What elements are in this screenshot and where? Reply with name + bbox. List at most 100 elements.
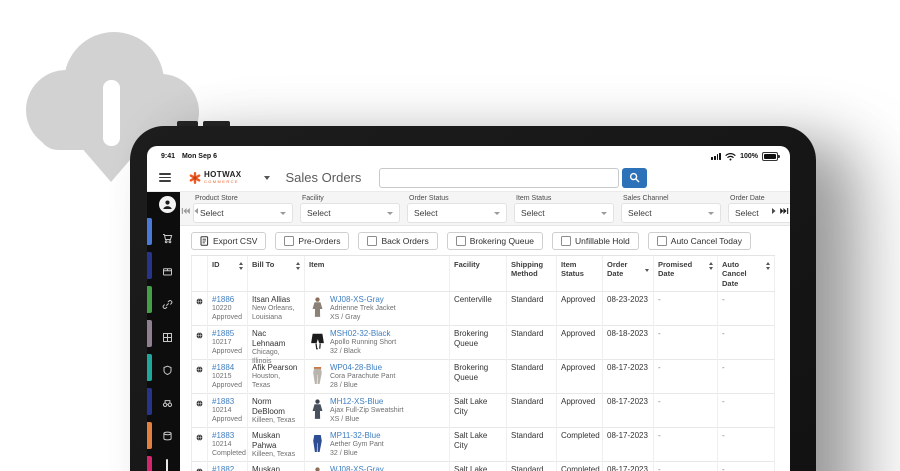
sort-icon[interactable] bbox=[709, 260, 713, 270]
product-sku-link[interactable]: MSH02-32-Black bbox=[330, 329, 396, 339]
sidebar-item-link[interactable] bbox=[162, 288, 173, 321]
bill-to-cell: Itsan Allias New Orleans, Louisiana bbox=[248, 292, 305, 326]
promised-date-cell: - bbox=[654, 292, 718, 326]
order-id-cell: #1886 10220 Approved bbox=[208, 292, 248, 326]
export-csv-button[interactable]: Export CSV bbox=[191, 232, 267, 250]
app-switcher-caret-icon[interactable] bbox=[263, 175, 270, 180]
table-header-row: ID Bill To Item Facility Shipping Method… bbox=[192, 256, 775, 293]
brokering-queue-toggle[interactable]: Brokering Queue bbox=[446, 232, 543, 250]
header-bill-to[interactable]: Bill To bbox=[248, 256, 305, 292]
sidebar-item-database[interactable] bbox=[162, 420, 173, 453]
product-thumbnail bbox=[309, 397, 325, 426]
order-id-cell: #1882 10212 Completed bbox=[208, 462, 248, 471]
table-row: #1884 10215 Approved Afik Pearson Housto… bbox=[192, 360, 775, 395]
promised-date-cell: - bbox=[654, 394, 718, 429]
product-sku-link[interactable]: WJ08-XS-Gray bbox=[330, 465, 396, 471]
product-store-select[interactable]: Select bbox=[193, 203, 293, 223]
order-id-link[interactable]: #1882 bbox=[212, 465, 243, 471]
globe-icon bbox=[196, 400, 203, 407]
pre-orders-toggle[interactable]: Pre-Orders bbox=[275, 232, 350, 250]
sidebar-item-package[interactable] bbox=[162, 255, 173, 288]
filter-facility: Facility Select bbox=[300, 192, 400, 223]
product-sku-link[interactable]: MH12-XS-Blue bbox=[330, 397, 404, 407]
order-id-link[interactable]: #1883 bbox=[212, 431, 243, 441]
sidebar-item-cart[interactable] bbox=[162, 222, 173, 255]
filter-label: Order Date bbox=[730, 195, 765, 202]
action-bar: Export CSV Pre-Orders Back Orders Broker… bbox=[180, 226, 790, 255]
bill-to-cell: Muskan Pahwa Killeen, Texas bbox=[248, 428, 305, 463]
filter-label: Facility bbox=[302, 195, 324, 202]
item-cell: MH12-XS-Blue Ajax Full-Zip Sweatshirt XS… bbox=[305, 394, 450, 429]
facility-cell: Salt Lake City bbox=[450, 428, 507, 463]
skip-previous-icon[interactable] bbox=[181, 207, 190, 215]
logo-primary-text: HOTWAX bbox=[204, 170, 242, 179]
sidebar-item-shield[interactable] bbox=[162, 354, 173, 387]
facility-select[interactable]: Select bbox=[300, 203, 400, 223]
product-sku-link[interactable]: WP04-28-Blue bbox=[330, 363, 395, 373]
select-caret-icon bbox=[494, 211, 500, 215]
tablet-device: 9:41 Mon Sep 6 100% HOTWAX COMMERCE Sale… bbox=[130, 126, 816, 471]
sort-icon[interactable] bbox=[766, 260, 770, 270]
item-status-cell: Approved bbox=[557, 394, 603, 429]
order-id-link[interactable]: #1884 bbox=[212, 363, 243, 373]
sort-icon[interactable] bbox=[296, 260, 300, 270]
item-cell: WJ08-XS-Gray Adrienne Trek Jacket XS / G… bbox=[305, 292, 450, 326]
sales-channel-select[interactable]: Select bbox=[621, 203, 721, 223]
unfillable-hold-toggle[interactable]: Unfillable Hold bbox=[551, 232, 639, 250]
chevron-left-icon[interactable] bbox=[193, 207, 199, 215]
select-caret-icon bbox=[601, 211, 607, 215]
product-thumbnail bbox=[309, 363, 325, 391]
header-auto-cancel-date[interactable]: Auto Cancel Date bbox=[718, 256, 775, 292]
order-id-link[interactable]: #1885 bbox=[212, 329, 243, 339]
bill-to-cell: Afik Pearson Houston, Texas bbox=[248, 360, 305, 394]
order-status-select[interactable]: Select bbox=[407, 203, 507, 223]
chevron-right-icon[interactable] bbox=[771, 207, 777, 215]
checkbox-icon bbox=[560, 236, 571, 246]
sidebar-item-binoculars[interactable] bbox=[162, 387, 173, 420]
status-bar: 9:41 Mon Sep 6 100% bbox=[147, 146, 790, 164]
search-button[interactable] bbox=[622, 167, 648, 188]
skip-next-icon[interactable] bbox=[780, 207, 789, 215]
select-caret-icon bbox=[387, 211, 393, 215]
product-sku-link[interactable]: WJ08-XS-Gray bbox=[330, 295, 396, 305]
search-input[interactable] bbox=[379, 167, 620, 188]
document-icon bbox=[200, 236, 209, 246]
auto-cancel-date-cell: - bbox=[718, 462, 775, 471]
sort-icon[interactable] bbox=[239, 260, 243, 270]
header-order-date[interactable]: Order Date bbox=[603, 256, 654, 292]
item-status-cell: Approved bbox=[557, 292, 603, 326]
globe-icon bbox=[196, 332, 203, 339]
back-orders-toggle[interactable]: Back Orders bbox=[358, 232, 438, 250]
filter-bar: Product Store Select Facility Select Ord… bbox=[180, 192, 790, 226]
page-background: 9:41 Mon Sep 6 100% HOTWAX COMMERCE Sale… bbox=[0, 0, 900, 471]
auto-cancel-today-toggle[interactable]: Auto Cancel Today bbox=[647, 232, 751, 250]
table-row: #1883 10214 Completed Muskan Pahwa Kille… bbox=[192, 428, 775, 463]
logo-secondary-text: COMMERCE bbox=[204, 179, 239, 184]
facility-cell: Brokering Queue bbox=[450, 360, 507, 394]
product-sku-link[interactable]: MP11-32-Blue bbox=[330, 431, 384, 441]
sidebar-item-grid[interactable] bbox=[162, 321, 173, 354]
sort-desc-icon[interactable] bbox=[645, 260, 649, 272]
globe-icon bbox=[196, 434, 203, 441]
battery-percent: 100% bbox=[740, 152, 758, 160]
user-avatar[interactable] bbox=[158, 196, 176, 213]
app-header: HOTWAX COMMERCE Sales Orders bbox=[147, 164, 790, 192]
order-channel-cell bbox=[192, 462, 208, 471]
filter-label: Order Status bbox=[409, 195, 449, 202]
sidebar bbox=[154, 192, 180, 471]
order-id-link[interactable]: #1886 bbox=[212, 295, 243, 305]
checkbox-icon bbox=[656, 236, 667, 246]
header-id[interactable]: ID bbox=[208, 256, 248, 292]
item-status-select[interactable]: Select bbox=[514, 203, 614, 223]
filter-sales-channel: Sales Channel Select bbox=[621, 192, 721, 223]
cell-signal-icon bbox=[711, 152, 722, 160]
header-promised-date[interactable]: Promised Date bbox=[654, 256, 718, 292]
header-facility: Facility bbox=[450, 256, 507, 292]
checkbox-icon bbox=[367, 236, 378, 246]
facility-cell: Salt Lake City bbox=[450, 462, 507, 471]
auto-cancel-date-cell: - bbox=[718, 394, 775, 429]
menu-icon[interactable] bbox=[159, 172, 171, 183]
checkbox-icon bbox=[284, 236, 295, 246]
user-icon bbox=[162, 200, 172, 210]
order-id-link[interactable]: #1883 bbox=[212, 397, 243, 407]
